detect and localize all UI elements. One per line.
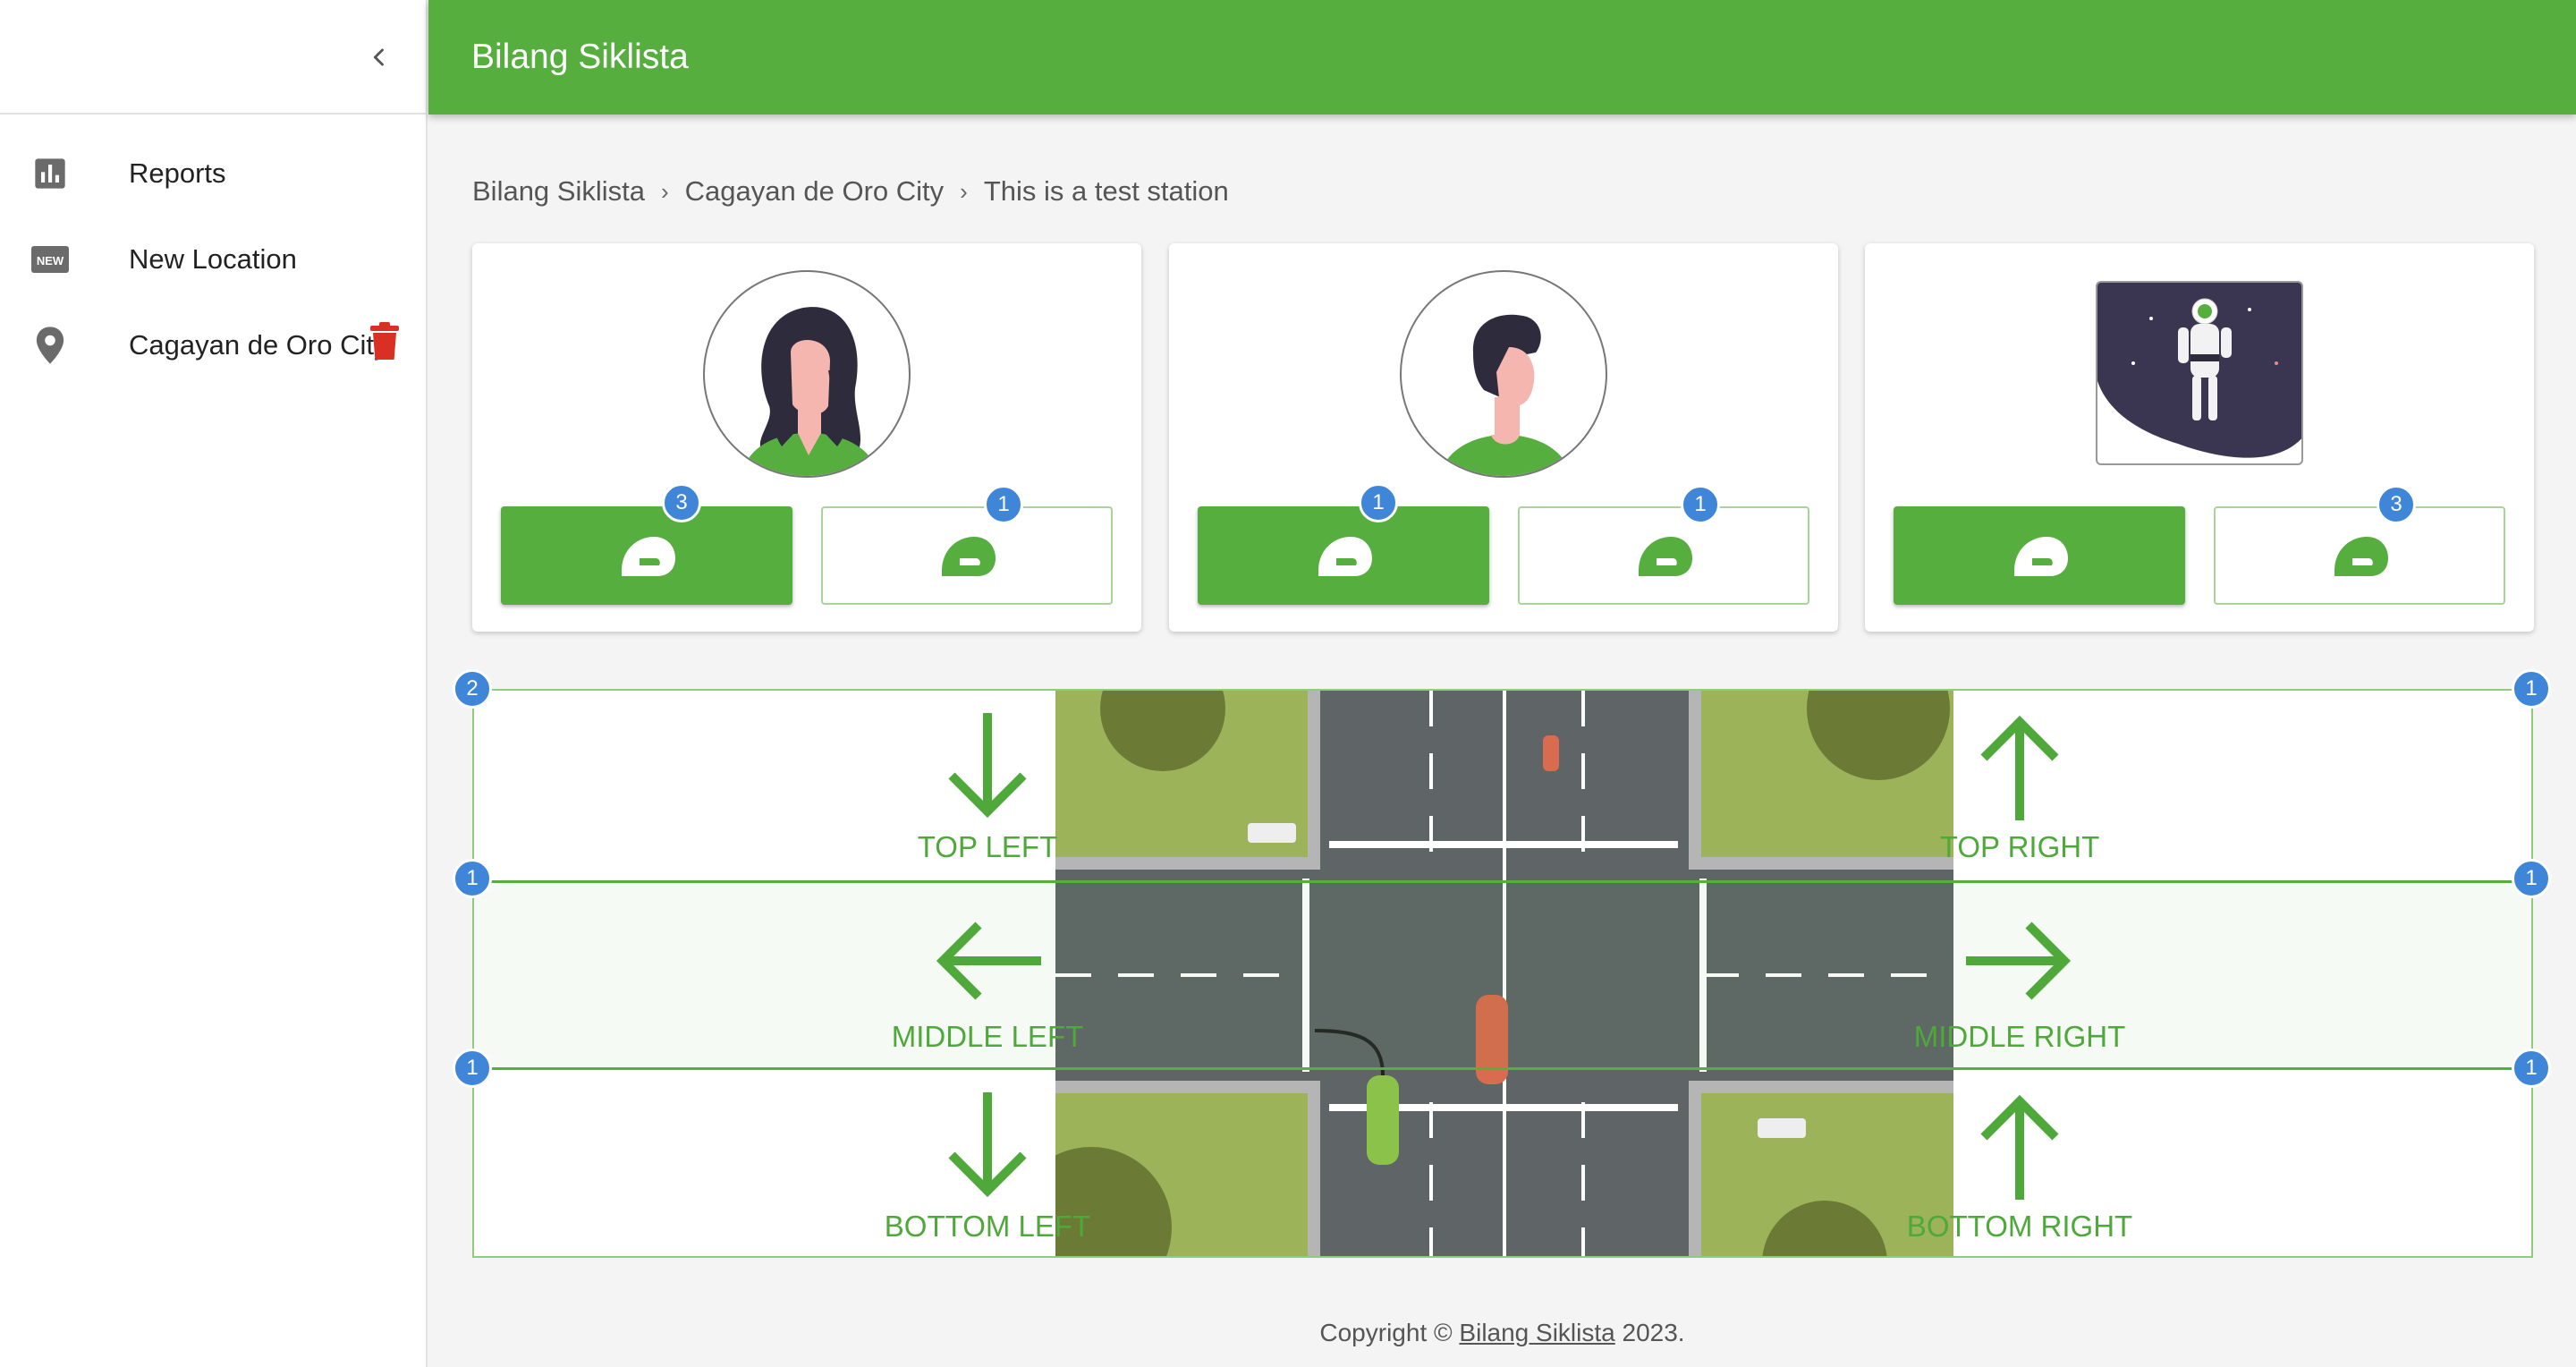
arrow-up-icon xyxy=(1980,1094,2059,1200)
sidebar-item-label: Cagayan de Oro City xyxy=(129,329,388,361)
helmet-icon xyxy=(2334,537,2388,576)
breadcrumb-item-city[interactable]: Cagayan de Oro City xyxy=(685,175,944,208)
helmet-icon xyxy=(1318,537,1372,576)
footer-suffix: 2023. xyxy=(1614,1319,1685,1346)
arrow-left-icon xyxy=(936,921,1041,1000)
sidebar-header xyxy=(0,0,426,115)
helmet-icon xyxy=(942,537,996,576)
rider-card-other: 3 xyxy=(1865,243,2534,632)
breadcrumb: Bilang Siklista › Cagayan de Oro City › … xyxy=(472,175,1229,208)
arrow-down-icon xyxy=(948,1092,1027,1198)
new-badge-icon: NEW xyxy=(30,240,70,279)
zone-label-bottom-right: BOTTOM RIGHT xyxy=(1906,1210,2133,1243)
intersection-panel: TOP LEFT TOP RIGHT MIDDLE LEFT MIDDLE RI… xyxy=(472,689,2533,1258)
woman-avatar xyxy=(703,270,911,478)
location-pin-icon xyxy=(30,326,70,365)
zone-badge-top-right: 1 xyxy=(2512,669,2551,709)
sidebar: Reports NEW New Location Cagayan de Oro … xyxy=(0,0,428,1367)
helmet-icon xyxy=(1639,537,1692,576)
count-badge: 1 xyxy=(984,485,1023,524)
zone-badge-bottom-left: 1 xyxy=(453,1049,492,1088)
count-button-outlined[interactable]: 1 xyxy=(1518,485,1809,605)
zone-bottom[interactable] xyxy=(474,1070,2531,1256)
sidebar-item-label: New Location xyxy=(129,243,297,275)
sidebar-item-label: Reports xyxy=(129,157,226,189)
count-badge: 3 xyxy=(662,483,701,522)
helmet-icon xyxy=(622,537,675,576)
zone-badge-middle-right: 1 xyxy=(2512,859,2551,898)
zone-label-middle-left: MIDDLE LEFT xyxy=(891,1020,1084,1053)
sidebar-item-reports[interactable]: Reports xyxy=(0,131,426,217)
breadcrumb-item-home[interactable]: Bilang Siklista xyxy=(472,175,645,208)
count-button-outlined[interactable]: 3 xyxy=(2214,485,2505,605)
helmet-icon xyxy=(2014,537,2068,576)
count-badge: 3 xyxy=(2377,485,2416,524)
zone-label-top-left: TOP LEFT xyxy=(917,830,1058,863)
rider-card-woman: 3 1 xyxy=(472,243,1141,632)
arrow-down-icon xyxy=(948,713,1027,819)
zone-top[interactable] xyxy=(474,691,2531,880)
count-badge: 1 xyxy=(1359,483,1398,522)
zone-middle[interactable] xyxy=(474,880,2531,1070)
zone-label-middle-right: MIDDLE RIGHT xyxy=(1913,1020,2126,1053)
rider-card-man: 1 1 xyxy=(1169,243,1838,632)
zone-badge-middle-left: 1 xyxy=(453,859,492,898)
sidebar-item-new-location[interactable]: NEW New Location xyxy=(0,217,426,302)
breadcrumb-separator: › xyxy=(660,177,669,205)
zone-label-bottom-left: BOTTOM LEFT xyxy=(884,1210,1091,1243)
svg-text:NEW: NEW xyxy=(37,254,64,267)
footer-prefix: Copyright © xyxy=(1319,1319,1460,1346)
arrow-up-icon xyxy=(1980,715,2059,820)
zone-badge-bottom-right: 1 xyxy=(2512,1049,2551,1088)
count-button-filled[interactable]: 3 xyxy=(501,483,792,605)
chevron-left-icon xyxy=(373,48,384,66)
collapse-sidebar-button[interactable] xyxy=(358,36,401,79)
app-title: Bilang Siklista xyxy=(471,38,689,76)
arrow-right-icon xyxy=(1966,921,2072,1000)
count-button-filled[interactable] xyxy=(1894,506,2185,605)
app-bar: Bilang Siklista xyxy=(428,0,2576,115)
zone-label-top-right: TOP RIGHT xyxy=(1939,830,2100,863)
bar-chart-icon xyxy=(30,154,70,193)
delete-icon[interactable] xyxy=(367,322,402,361)
footer-link[interactable]: Bilang Siklista xyxy=(1459,1319,1614,1346)
footer: Copyright © Bilang Siklista 2023. xyxy=(428,1319,2576,1347)
astronaut-illustration xyxy=(2096,281,2303,465)
breadcrumb-separator: › xyxy=(960,177,968,205)
count-button-filled[interactable]: 1 xyxy=(1198,483,1489,605)
count-badge: 1 xyxy=(1681,485,1720,524)
breadcrumb-item-station: This is a test station xyxy=(983,175,1229,207)
sidebar-item-location[interactable]: Cagayan de Oro City xyxy=(0,302,426,388)
man-avatar xyxy=(1400,270,1607,478)
count-button-outlined[interactable]: 1 xyxy=(821,485,1113,605)
zone-badge-top-left: 2 xyxy=(453,669,492,709)
